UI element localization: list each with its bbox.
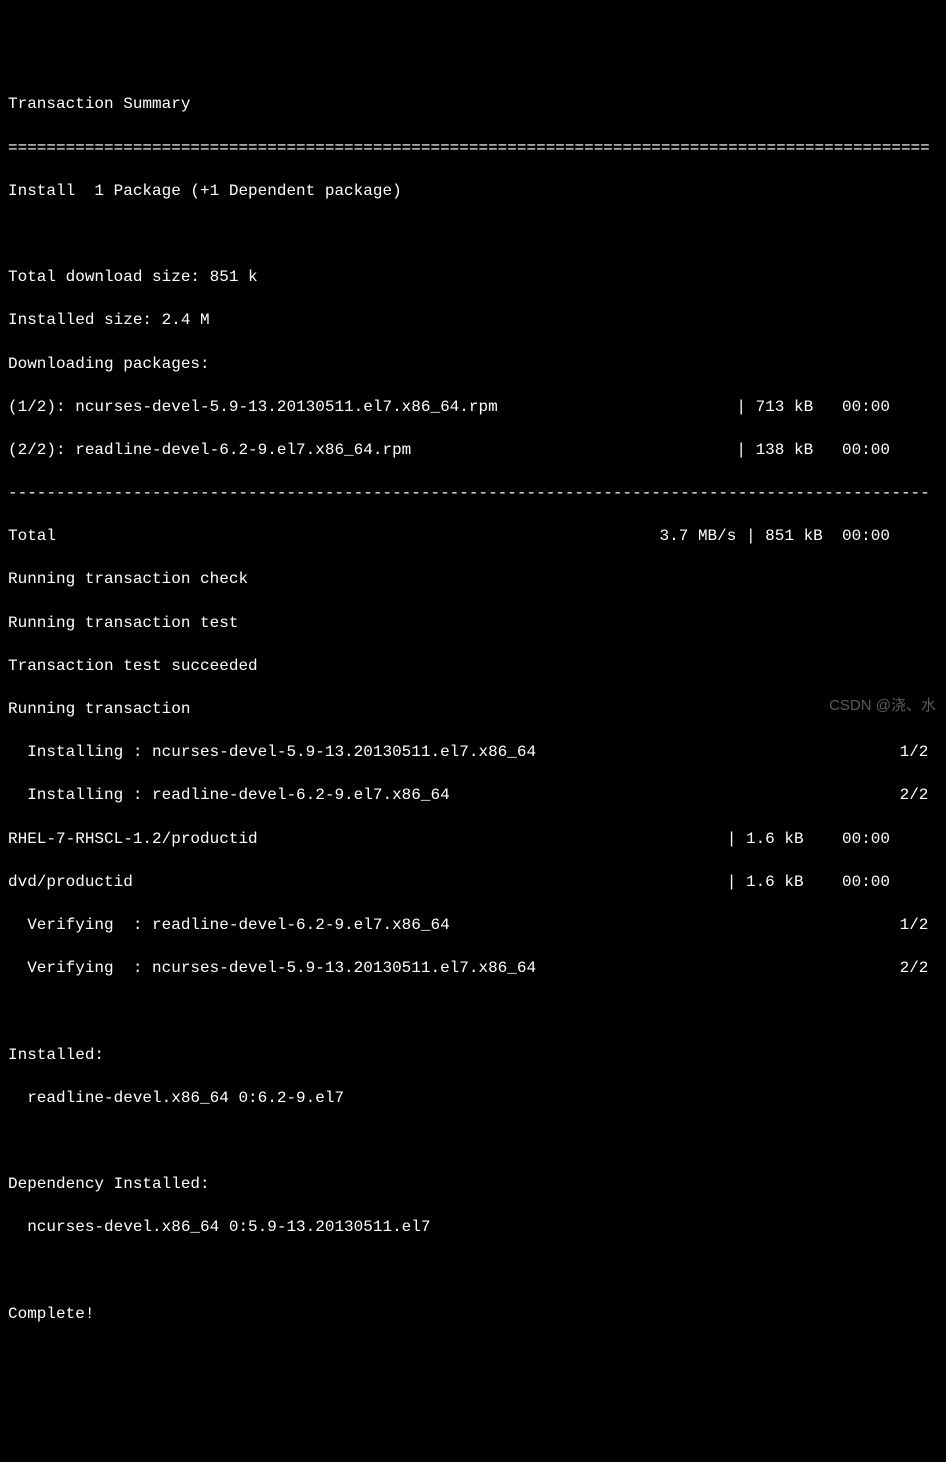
verifying-progress: 1/2 bbox=[900, 915, 938, 937]
divider-dash: ----------------------------------------… bbox=[8, 483, 938, 505]
total-label: Total bbox=[8, 526, 56, 548]
dependency-installed-package: ncurses-devel.x86_64 0:5.9-13.20130511.e… bbox=[8, 1217, 938, 1239]
blank-line bbox=[8, 1260, 938, 1282]
verifying-package: Verifying : readline-devel-6.2-9.el7.x86… bbox=[8, 915, 450, 937]
installing-row: Installing : ncurses-devel-5.9-13.201305… bbox=[8, 742, 938, 764]
download-package-stats: | 138 kB 00:00 bbox=[736, 440, 938, 462]
productid-row: RHEL-7-RHSCL-1.2/productid | 1.6 kB 00:0… bbox=[8, 829, 938, 851]
complete-message: Complete! bbox=[8, 1304, 938, 1326]
verifying-row: Verifying : ncurses-devel-5.9-13.2013051… bbox=[8, 958, 938, 980]
download-row: (2/2): readline-devel-6.2-9.el7.x86_64.r… bbox=[8, 440, 938, 462]
total-row: Total 3.7 MB/s | 851 kB 00:00 bbox=[8, 526, 938, 548]
installed-package: readline-devel.x86_64 0:6.2-9.el7 bbox=[8, 1088, 938, 1110]
download-package-name: (2/2): readline-devel-6.2-9.el7.x86_64.r… bbox=[8, 440, 411, 462]
total-download-size: Total download size: 851 k bbox=[8, 267, 938, 289]
downloading-packages-header: Downloading packages: bbox=[8, 354, 938, 376]
installing-progress: 2/2 bbox=[900, 785, 938, 807]
transaction-test-succeeded: Transaction test succeeded bbox=[8, 656, 938, 678]
installing-progress: 1/2 bbox=[900, 742, 938, 764]
download-package-stats: | 713 kB 00:00 bbox=[736, 397, 938, 419]
installed-size: Installed size: 2.4 M bbox=[8, 310, 938, 332]
running-transaction-test: Running transaction test bbox=[8, 613, 938, 635]
verifying-row: Verifying : readline-devel-6.2-9.el7.x86… bbox=[8, 915, 938, 937]
install-summary: Install 1 Package (+1 Dependent package) bbox=[8, 181, 938, 203]
download-row: (1/2): ncurses-devel-5.9-13.20130511.el7… bbox=[8, 397, 938, 419]
productid-row: dvd/productid | 1.6 kB 00:00 bbox=[8, 872, 938, 894]
installing-package: Installing : readline-devel-6.2-9.el7.x8… bbox=[8, 785, 450, 807]
installing-row: Installing : readline-devel-6.2-9.el7.x8… bbox=[8, 785, 938, 807]
verifying-progress: 2/2 bbox=[900, 958, 938, 980]
productid-stats: | 1.6 kB 00:00 bbox=[727, 872, 938, 894]
running-transaction-check: Running transaction check bbox=[8, 569, 938, 591]
dependency-installed-header: Dependency Installed: bbox=[8, 1174, 938, 1196]
blank-line bbox=[8, 1131, 938, 1153]
blank-line bbox=[8, 1001, 938, 1023]
productid-name: dvd/productid bbox=[8, 872, 133, 894]
running-transaction: Running transaction bbox=[8, 699, 938, 721]
installing-package: Installing : ncurses-devel-5.9-13.201305… bbox=[8, 742, 536, 764]
installed-header: Installed: bbox=[8, 1045, 938, 1067]
divider-equals: ========================================… bbox=[8, 138, 938, 160]
download-package-name: (1/2): ncurses-devel-5.9-13.20130511.el7… bbox=[8, 397, 498, 419]
watermark: CSDN @浇、水 bbox=[829, 696, 936, 716]
productid-stats: | 1.6 kB 00:00 bbox=[727, 829, 938, 851]
blank-line bbox=[8, 224, 938, 246]
total-stats: 3.7 MB/s | 851 kB 00:00 bbox=[660, 526, 938, 548]
verifying-package: Verifying : ncurses-devel-5.9-13.2013051… bbox=[8, 958, 536, 980]
productid-name: RHEL-7-RHSCL-1.2/productid bbox=[8, 829, 258, 851]
transaction-summary-header: Transaction Summary bbox=[8, 94, 938, 116]
